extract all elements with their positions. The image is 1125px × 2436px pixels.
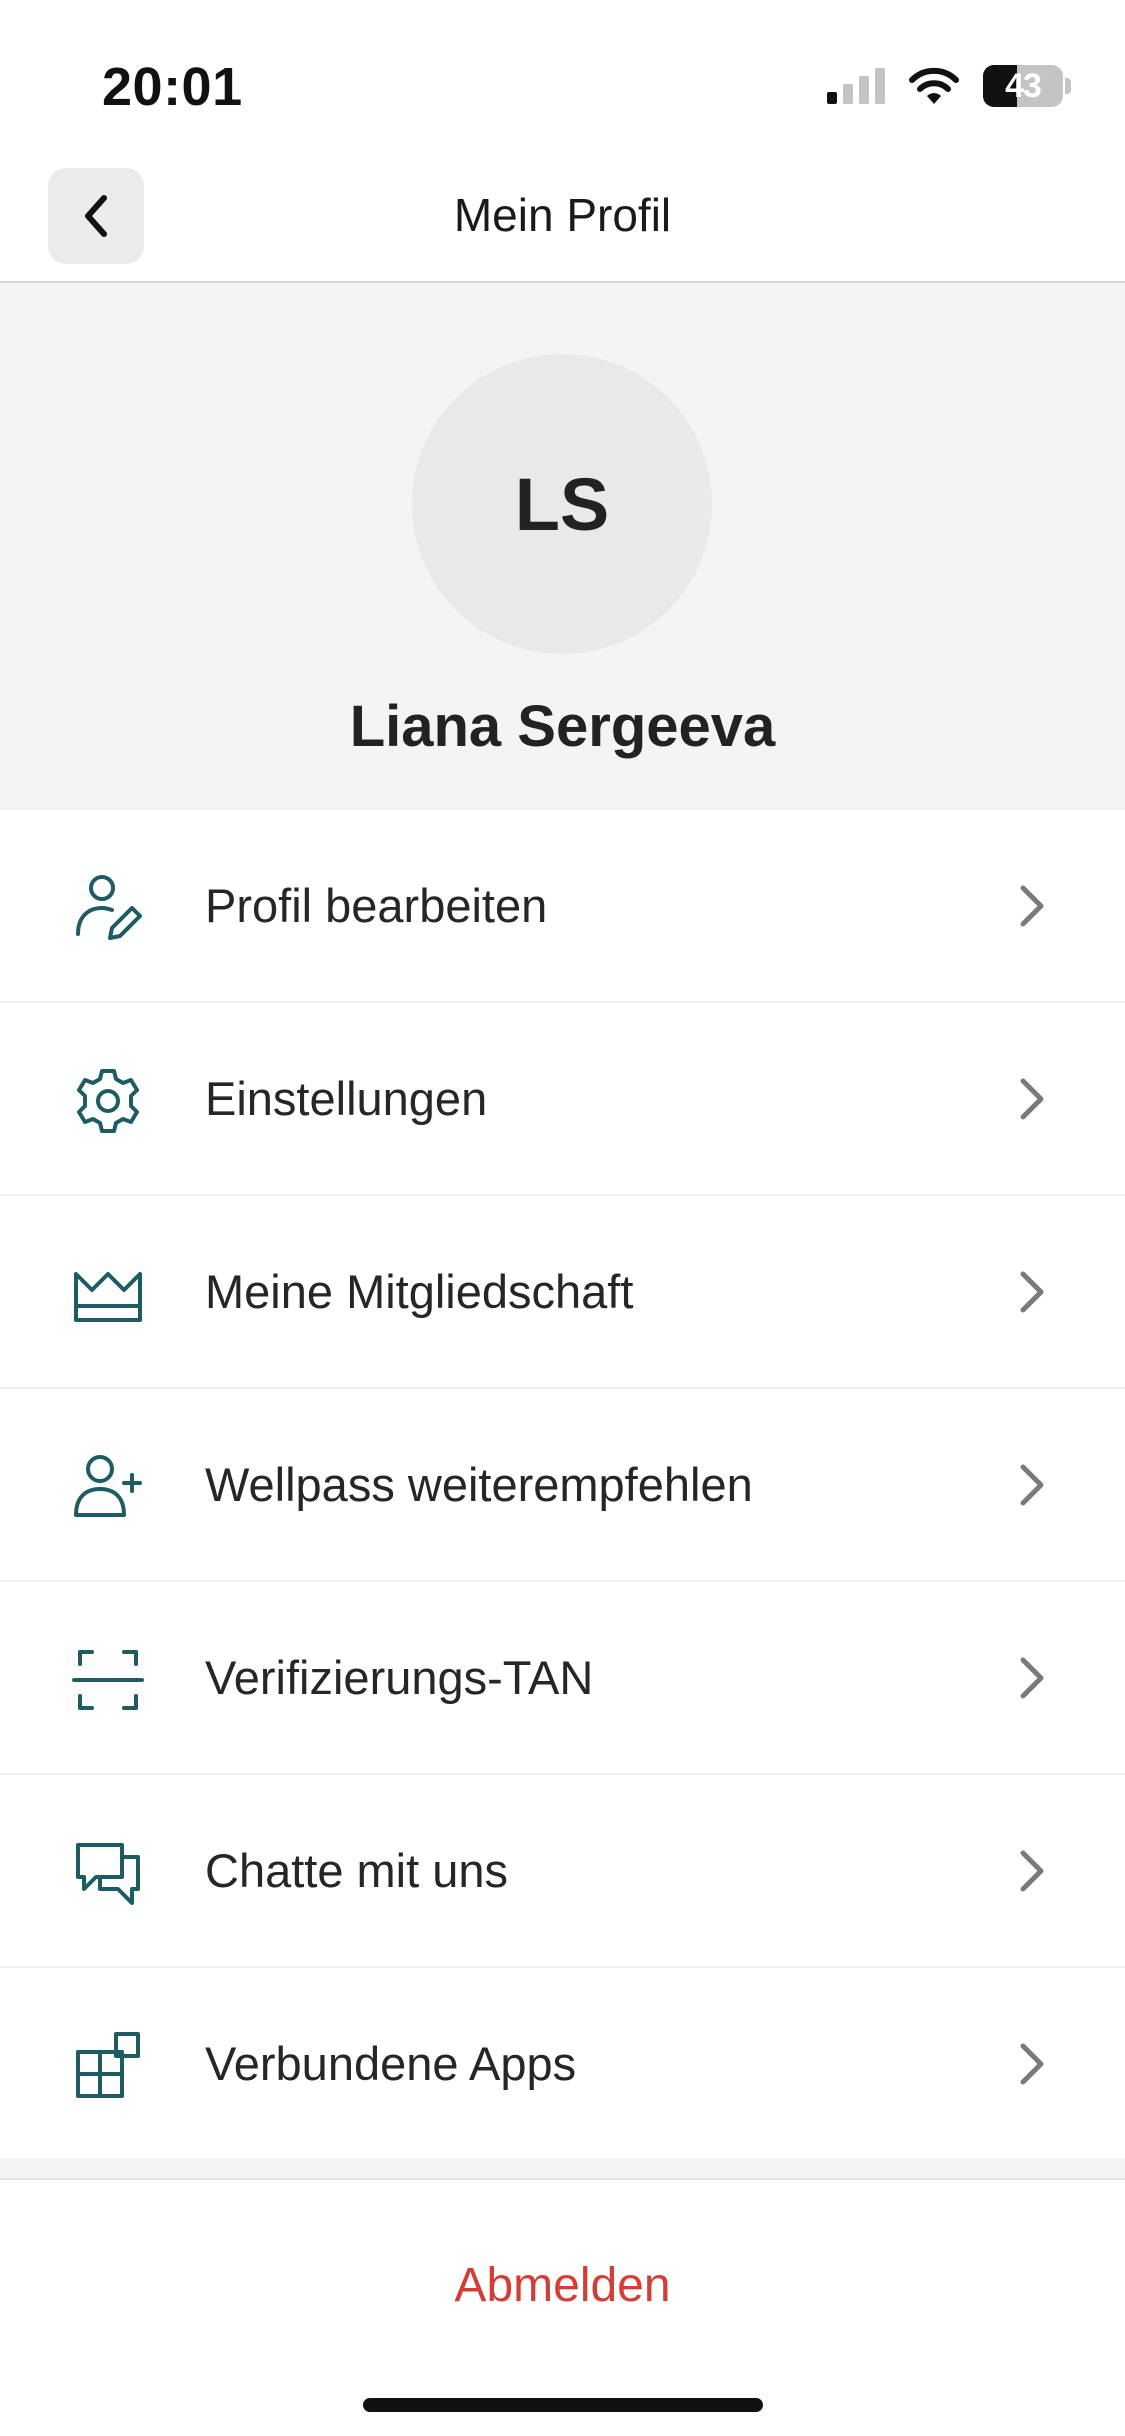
user-edit-icon [76,875,142,940]
page-title: Mein Profil [453,189,672,241]
status-time: 20:01 [102,57,243,117]
battery-tip [1065,78,1071,94]
signal-icon [827,68,885,104]
wifi-icon [909,67,959,104]
nav-bar: Mein Profil [0,150,1125,283]
menu-item-label: Profil bearbeiten [205,879,548,932]
chevron-right-icon [1020,885,1044,926]
chevron-right-icon [1020,1850,1044,1891]
profile-menu-list: Profil bearbeiten Einstellungen Meine Mi… [0,810,1125,2161]
battery-level: 43 [1005,66,1042,105]
status-bar: 20:01 43 [0,0,1125,150]
profile-name: Liana Sergeeva [349,694,776,759]
status-icons: 43 [825,62,1071,110]
menu-item-edit-profile[interactable]: Profil bearbeiten [0,810,1125,1003]
logout-button[interactable]: Abmelden [0,2258,1125,2313]
scan-frame-icon [72,1650,144,1710]
menu-item-label: Wellpass weiterempfehlen [205,1458,753,1511]
menu-item-recommend[interactable]: Wellpass weiterempfehlen [0,1389,1125,1582]
battery-icon: 43 [983,65,1063,107]
chevron-right-icon [1020,1464,1044,1505]
menu-item-chat[interactable]: Chatte mit uns [0,1775,1125,1968]
apps-grid-icon [76,2032,140,2098]
chevron-right-icon [1020,1657,1044,1698]
crown-icon [74,1272,142,1322]
chevron-right-icon [1020,2043,1044,2084]
chat-bubbles-icon [76,1843,140,1905]
home-indicator [363,2398,763,2412]
section-divider [0,2160,1125,2180]
menu-item-label: Verbundene Apps [205,2037,577,2090]
menu-item-label: Chatte mit uns [205,1844,509,1897]
gear-icon [77,1069,139,1133]
chevron-right-icon [1020,1271,1044,1312]
menu-item-label: Verifizierungs-TAN [205,1651,594,1704]
menu-item-settings[interactable]: Einstellungen [0,1003,1125,1196]
menu-item-connected-apps[interactable]: Verbundene Apps [0,1968,1125,2161]
user-add-icon [74,1455,142,1517]
avatar: LS [412,354,712,654]
profile-header: LS Liana Sergeeva [0,283,1125,810]
menu-item-label: Meine Mitgliedschaft [205,1265,634,1318]
chevron-right-icon [1020,1078,1044,1119]
menu-item-verification-tan[interactable]: Verifizierungs-TAN [0,1582,1125,1775]
menu-item-label: Einstellungen [205,1072,488,1125]
menu-item-membership[interactable]: Meine Mitgliedschaft [0,1196,1125,1389]
